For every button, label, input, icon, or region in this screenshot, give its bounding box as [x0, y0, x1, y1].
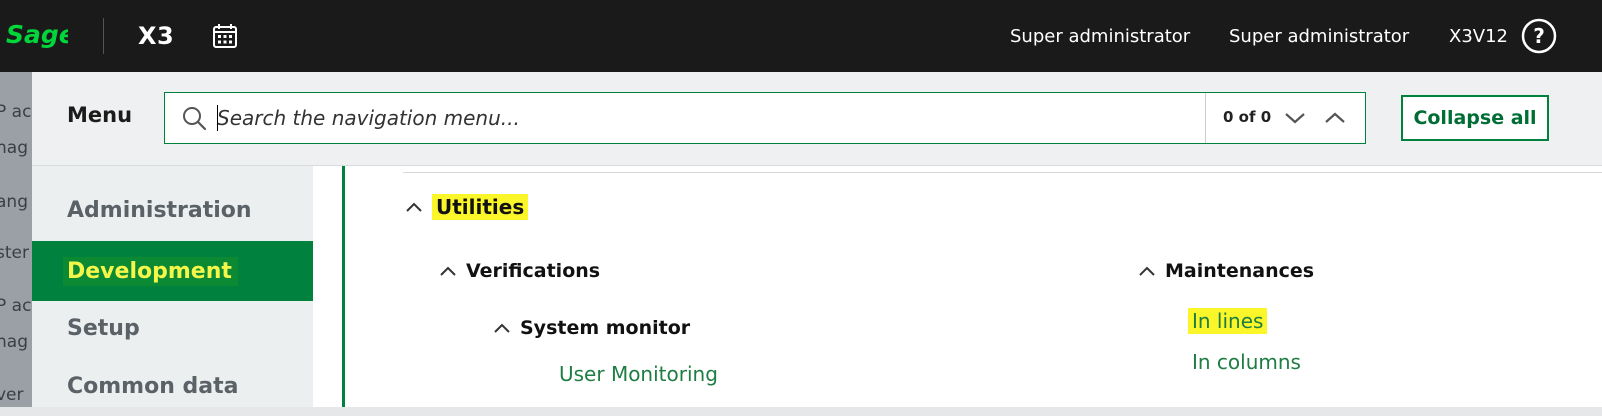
match-count: 0 of 0 — [1223, 108, 1272, 126]
svg-text:Sage: Sage — [6, 20, 68, 49]
nav-item-label: Administration — [67, 197, 252, 223]
background-text: nag — [0, 332, 28, 352]
background-text: P ac — [0, 102, 32, 122]
sage-logo[interactable]: Sage — [6, 17, 68, 53]
help-icon[interactable]: ? — [1521, 18, 1557, 54]
background-text: ster — [0, 243, 29, 263]
previous-match-chevron-up-icon[interactable] — [1323, 107, 1347, 129]
next-match-chevron-down-icon[interactable] — [1283, 107, 1307, 129]
group-label: System monitor — [520, 317, 691, 339]
content-border — [342, 166, 345, 407]
collapse-all-button[interactable]: Collapse all — [1401, 95, 1549, 141]
background-text: ver — [0, 385, 24, 405]
nav-item-administration[interactable]: Administration — [32, 180, 313, 240]
background-text: P ac — [0, 296, 32, 316]
topbar-divider — [103, 18, 104, 54]
menu-title: Menu — [67, 103, 133, 127]
nav-item-common-data[interactable]: Common data — [32, 356, 313, 416]
group-label: Verifications — [466, 260, 601, 282]
search-box: 0 of 0 — [164, 92, 1366, 144]
nav-item-label: Setup — [67, 315, 140, 341]
calendar-icon[interactable] — [212, 23, 238, 49]
navigation-menu-panel: Menu 0 of 0 Collapse all Administration … — [32, 72, 1602, 407]
chevron-up-icon — [494, 323, 510, 333]
link-in-columns[interactable]: In columns — [1192, 350, 1301, 374]
folder-menu[interactable]: X3V12 — [1449, 26, 1508, 47]
group-maintenances[interactable]: Maintenances — [1137, 260, 1314, 282]
svg-text:?: ? — [1533, 24, 1545, 48]
chevron-up-icon — [1139, 266, 1155, 276]
link-in-lines[interactable]: In lines — [1188, 308, 1268, 334]
link-user-monitoring[interactable]: User Monitoring — [559, 362, 718, 386]
background-text: ang — [0, 192, 28, 212]
group-verifications[interactable]: Verifications — [438, 260, 600, 282]
nav-item-label: Common data — [67, 373, 239, 399]
nav-item-setup[interactable]: Setup — [32, 298, 313, 358]
user-menu[interactable]: Super administrator — [1229, 26, 1409, 47]
group-system-monitor[interactable]: System monitor — [492, 317, 690, 339]
search-icon — [183, 107, 207, 131]
user-role-menu[interactable]: Super administrator — [1010, 26, 1190, 47]
content-divider — [403, 172, 1602, 173]
section-utilities[interactable]: Utilities — [404, 194, 529, 220]
menu-header: Menu 0 of 0 Collapse all — [32, 72, 1602, 166]
section-label: Utilities — [432, 194, 529, 220]
background-page: P ac nag ang ster P ac nag ver — [0, 72, 32, 407]
group-label: Maintenances — [1165, 260, 1315, 282]
top-bar: Sage X3 Super administrator Super admini… — [0, 0, 1602, 72]
nav-item-development[interactable]: Development — [32, 241, 313, 301]
chevron-up-icon — [440, 266, 456, 276]
nav-item-label: Development — [63, 256, 238, 286]
module-nav: Administration Development Setup Common … — [32, 166, 313, 407]
text-caret — [217, 105, 218, 131]
app-name[interactable]: X3 — [138, 22, 174, 50]
search-divider — [1205, 93, 1206, 143]
chevron-up-icon — [406, 202, 422, 212]
search-input[interactable] — [217, 101, 1197, 135]
background-text: nag — [0, 138, 28, 158]
